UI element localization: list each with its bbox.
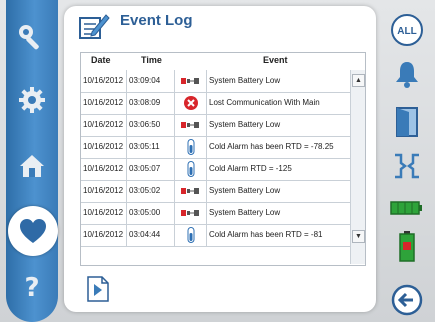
event-log-panel: Event Log Date Time Event 10/16/2012 03:… bbox=[64, 6, 376, 312]
event-type-cell bbox=[175, 158, 207, 180]
table-row[interactable]: 10/16/2012 03:04:44 Cold Alarm has been … bbox=[81, 224, 351, 247]
table-row[interactable]: 10/16/2012 03:08:09 Lost Communication W… bbox=[81, 92, 351, 115]
table-row[interactable]: 10/16/2012 03:05:00 System Battery Low bbox=[81, 202, 351, 225]
home-button[interactable] bbox=[12, 146, 52, 186]
all-button[interactable]: ALL bbox=[388, 12, 426, 48]
date-cell: 10/16/2012 bbox=[81, 180, 127, 202]
favorites-button[interactable] bbox=[8, 206, 58, 256]
event-type-cell bbox=[175, 202, 207, 224]
event-type-cell bbox=[175, 70, 207, 92]
vertical-scrollbar[interactable]: ▲ ▼ bbox=[350, 70, 365, 264]
event-cell: System Battery Low bbox=[209, 186, 281, 195]
date-cell: 10/16/2012 bbox=[81, 92, 127, 114]
date-cell: 10/16/2012 bbox=[81, 70, 127, 92]
date-cell: 10/16/2012 bbox=[81, 158, 127, 180]
error-x-icon bbox=[183, 96, 198, 110]
wrench-button[interactable] bbox=[12, 18, 52, 58]
event-cell: Cold Alarm RTD = -125 bbox=[209, 164, 292, 173]
back-arrow-icon bbox=[391, 284, 423, 316]
time-cell: 03:09:04 bbox=[127, 70, 175, 92]
event-type-cell bbox=[175, 136, 207, 158]
table-row[interactable]: 10/16/2012 03:05:02 System Battery Low bbox=[81, 180, 351, 203]
event-cell: Cold Alarm has been RTD = -78.25 bbox=[209, 142, 334, 151]
back-button[interactable] bbox=[388, 282, 426, 318]
brackets-icon bbox=[395, 153, 419, 179]
table-header: Date Time Event bbox=[81, 53, 365, 70]
time-cell: 03:05:02 bbox=[127, 180, 175, 202]
time-cell: 03:04:44 bbox=[127, 224, 175, 246]
event-type-cell bbox=[175, 224, 207, 246]
scroll-down-button[interactable]: ▼ bbox=[352, 230, 365, 243]
event-cell: System Battery Low bbox=[209, 76, 281, 85]
bell-icon bbox=[396, 62, 418, 88]
date-cell: 10/16/2012 bbox=[81, 224, 127, 246]
table-row[interactable]: 10/16/2012 03:05:11 Cold Alarm has been … bbox=[81, 136, 351, 159]
battery-bar-icon bbox=[390, 201, 422, 215]
battery-icon bbox=[180, 188, 199, 194]
settings-button[interactable] bbox=[12, 80, 52, 120]
time-cell: 03:06:50 bbox=[127, 114, 175, 136]
left-nav-rail: ? bbox=[6, 0, 58, 322]
battery-icon bbox=[180, 210, 199, 216]
event-type-cell bbox=[175, 114, 207, 136]
alarms-button[interactable] bbox=[388, 56, 426, 92]
time-cell: 03:05:07 bbox=[127, 158, 175, 180]
power-button[interactable] bbox=[388, 228, 426, 264]
all-label: ALL bbox=[397, 26, 416, 37]
event-type-cell bbox=[175, 92, 207, 114]
column-header-event: Event bbox=[263, 55, 288, 65]
compare-button[interactable] bbox=[388, 148, 426, 184]
column-header-date: Date bbox=[91, 55, 111, 65]
battery-status-button[interactable] bbox=[388, 190, 426, 226]
device-screen: ? Event Log Date Time Event 10/16/2012 0… bbox=[0, 0, 435, 322]
table-row[interactable]: 10/16/2012 03:09:04 System Battery Low bbox=[81, 70, 351, 93]
date-cell: 10/16/2012 bbox=[81, 136, 127, 158]
right-nav-rail: ALL bbox=[380, 0, 435, 322]
column-header-time: Time bbox=[141, 55, 162, 65]
date-cell: 10/16/2012 bbox=[81, 202, 127, 224]
gear-icon bbox=[19, 87, 45, 113]
scroll-up-button[interactable]: ▲ bbox=[352, 74, 365, 87]
time-cell: 03:05:00 bbox=[127, 202, 175, 224]
event-type-cell bbox=[175, 180, 207, 202]
page-title: Event Log bbox=[120, 12, 193, 29]
battery-vertical-icon bbox=[399, 231, 415, 262]
door-button[interactable] bbox=[388, 104, 426, 140]
time-cell: 03:08:09 bbox=[127, 92, 175, 114]
event-cell: Lost Communication With Main bbox=[209, 98, 320, 107]
table-row[interactable]: 10/16/2012 03:05:07 Cold Alarm RTD = -12… bbox=[81, 158, 351, 181]
all-icon: ALL bbox=[391, 14, 423, 46]
event-cell: System Battery Low bbox=[209, 208, 281, 217]
time-cell: 03:05:11 bbox=[127, 136, 175, 158]
wrench-icon bbox=[19, 25, 39, 50]
help-icon: ? bbox=[24, 273, 40, 303]
event-cell: System Battery Low bbox=[209, 120, 281, 129]
event-table: Date Time Event 10/16/2012 03:09:04 Syst… bbox=[80, 52, 366, 266]
event-cell: Cold Alarm has been RTD = -81 bbox=[209, 230, 323, 239]
table-row[interactable]: 10/16/2012 03:06:50 System Battery Low bbox=[81, 114, 351, 137]
door-icon bbox=[396, 107, 418, 137]
notepad-icon bbox=[79, 14, 110, 39]
date-cell: 10/16/2012 bbox=[81, 114, 127, 136]
thermometer-icon bbox=[187, 227, 194, 243]
help-button[interactable]: ? bbox=[12, 268, 52, 308]
battery-icon bbox=[180, 78, 199, 84]
thermometer-icon bbox=[187, 139, 194, 155]
next-page-icon[interactable] bbox=[82, 274, 112, 304]
thermometer-icon bbox=[187, 161, 194, 177]
battery-icon bbox=[180, 122, 199, 128]
home-icon bbox=[20, 155, 44, 177]
heart-icon bbox=[20, 219, 46, 243]
